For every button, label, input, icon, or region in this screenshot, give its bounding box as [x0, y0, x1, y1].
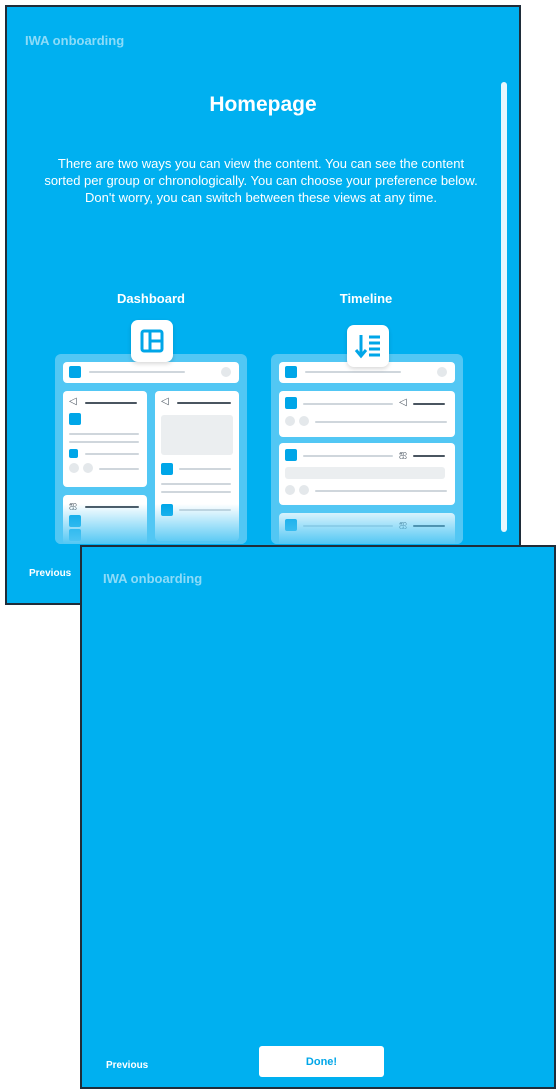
- page-heading: Homepage: [209, 93, 317, 116]
- onboarding-panel-final: IWA onboarding Previous Done!: [80, 545, 556, 1089]
- timeline-sort-icon: [347, 325, 389, 367]
- mock-header-card: [63, 362, 239, 383]
- intro-text: There are two ways you can view the cont…: [44, 156, 478, 205]
- dashboard-option-label[interactable]: Dashboard: [56, 291, 246, 306]
- app-title: IWA onboarding: [103, 571, 203, 586]
- previous-button[interactable]: Previous: [29, 568, 71, 579]
- dashboard-layout-icon: [131, 320, 173, 362]
- megaphone-icon: ◁: [399, 397, 407, 408]
- timeline-option-label[interactable]: Timeline: [271, 291, 461, 306]
- mock-timeline-card: ◁: [279, 391, 455, 437]
- megaphone-icon: ◁: [161, 396, 169, 407]
- timeline-option-preview[interactable]: ◁ ஐ ஐ: [271, 354, 463, 544]
- dashboard-option-preview[interactable]: ◁ ◁ ஐ: [55, 354, 247, 544]
- done-button[interactable]: Done!: [259, 1046, 384, 1077]
- group-icon: ஐ: [399, 449, 408, 460]
- mock-group-card: ◁: [63, 391, 147, 487]
- megaphone-icon: ◁: [69, 396, 77, 407]
- mock-timeline-card: ஐ: [279, 443, 455, 505]
- app-title: IWA onboarding: [25, 33, 125, 48]
- scrollbar[interactable]: [501, 82, 507, 532]
- previous-button[interactable]: Previous: [106, 1060, 148, 1071]
- onboarding-panel-homepage: IWA onboarding Homepage There are two wa…: [5, 5, 521, 605]
